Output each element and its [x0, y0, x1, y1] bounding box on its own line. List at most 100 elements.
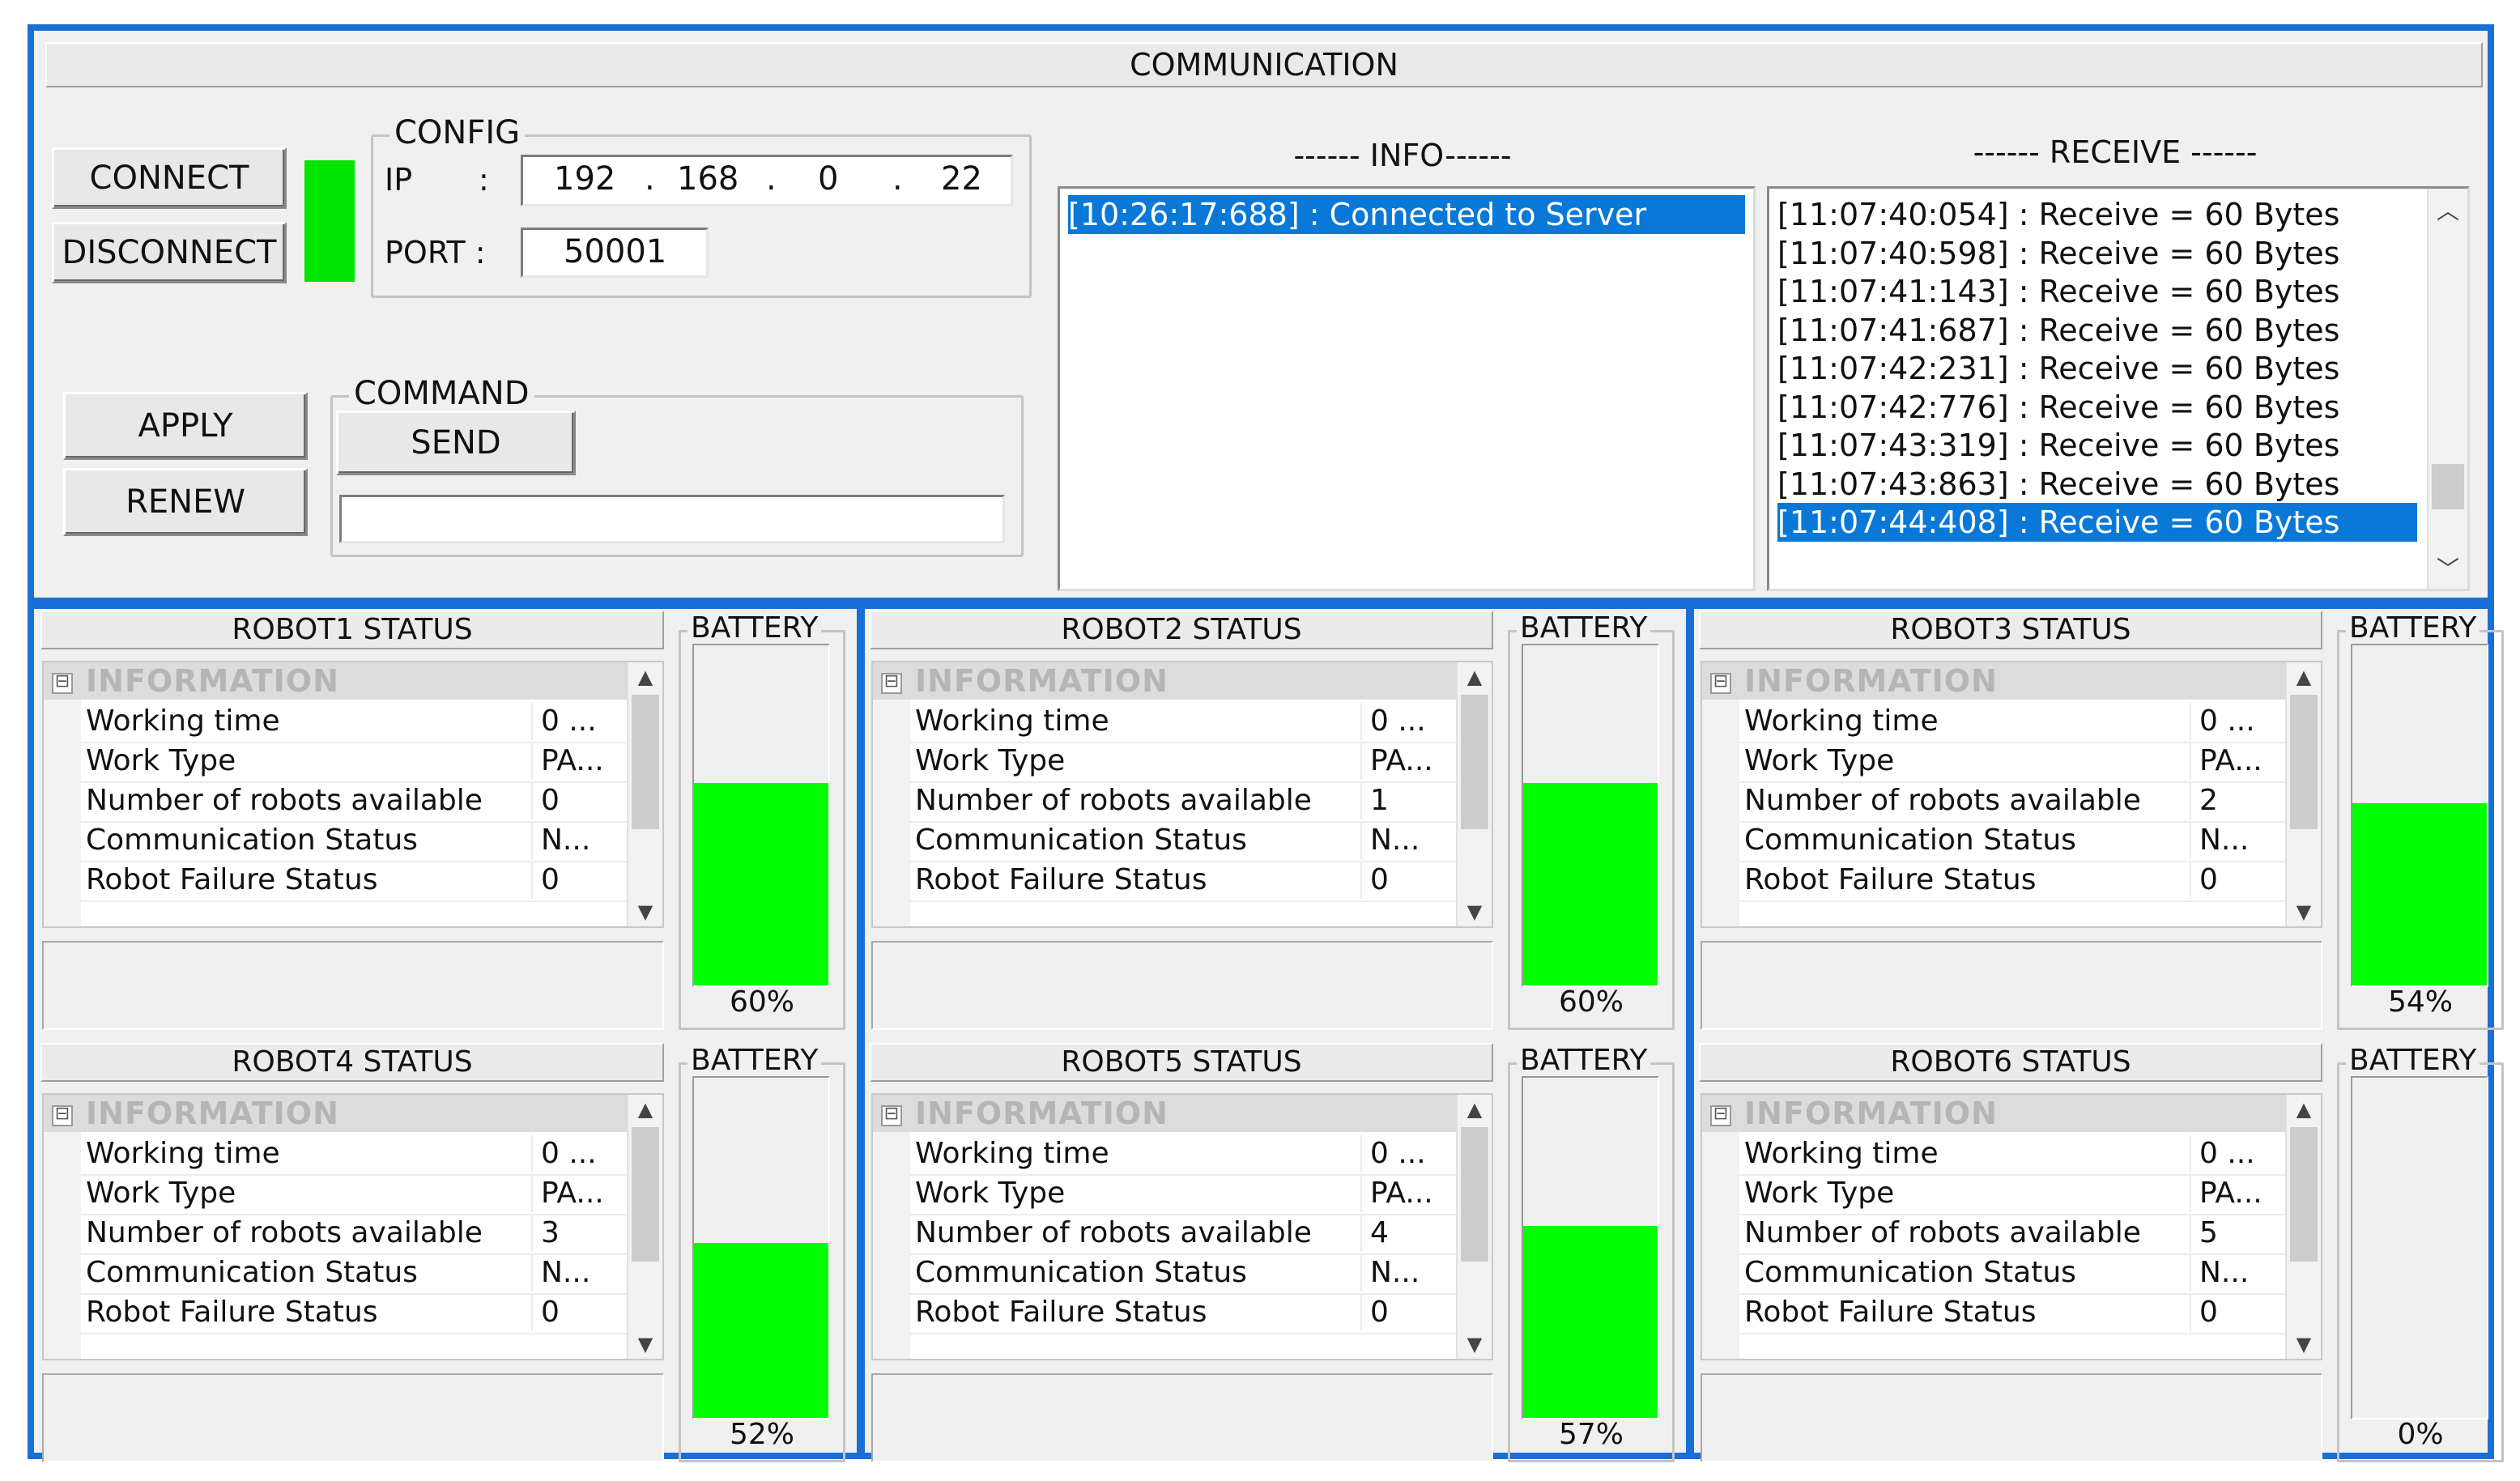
receive-line[interactable]: [11:07:42:776] : Receive = 60 Bytes — [1777, 388, 2417, 427]
property-row[interactable]: Work Type PA... — [81, 1175, 640, 1215]
robot-property-grid[interactable]: ⊟ INFORMATION Working time 0 ... Work Type PA… — [42, 1093, 664, 1360]
scroll-down-arrow-icon[interactable]: ▼ — [1458, 1333, 1492, 1355]
property-scroll-thumb[interactable] — [632, 1127, 659, 1262]
scroll-down-arrow-icon[interactable]: ▼ — [628, 1333, 662, 1355]
collapse-toggle-icon[interactable]: ⊟ — [881, 673, 902, 694]
property-row[interactable]: Communication Status N... — [1739, 822, 2298, 862]
info-listbox[interactable]: [10:26:17:688] : Connected to Server — [1058, 186, 1756, 591]
property-scrollbar[interactable]: ▲ ▼ — [627, 662, 662, 926]
property-row[interactable]: Robot Failure Status 0 — [1739, 1294, 2298, 1334]
property-scroll-thumb[interactable] — [1461, 695, 1488, 829]
property-row[interactable]: Communication Status N... — [81, 822, 640, 862]
robot-property-grid[interactable]: ⊟ INFORMATION Working time 0 ... Work Type PA… — [1701, 661, 2322, 928]
property-row[interactable]: Working time 0 ... — [1739, 703, 2298, 743]
receive-scroll-thumb[interactable] — [2432, 464, 2464, 509]
property-row[interactable]: Communication Status N... — [81, 1254, 640, 1295]
receive-listbox[interactable]: [11:07:40:054] : Receive = 60 Bytes [11:0… — [1767, 186, 2470, 591]
information-category[interactable]: ⊟ INFORMATION — [1702, 1095, 2321, 1132]
property-row[interactable]: Work Type PA... — [910, 743, 1469, 783]
property-label: Work Type — [86, 744, 236, 777]
receive-scrollbar[interactable]: ︿ ﹀ — [2427, 189, 2467, 589]
apply-button[interactable]: APPLY — [63, 392, 308, 460]
property-scrollbar[interactable]: ▲ ▼ — [2285, 1095, 2321, 1359]
property-row[interactable]: Robot Failure Status 0 — [81, 1294, 640, 1334]
property-row[interactable]: Work Type PA... — [910, 1175, 1469, 1215]
connect-button[interactable]: CONNECT — [52, 147, 287, 209]
property-row[interactable]: Working time 0 ... — [910, 1135, 1469, 1176]
property-scrollbar[interactable]: ▲ ▼ — [1456, 1095, 1492, 1359]
receive-line[interactable]: [11:07:41:687] : Receive = 60 Bytes — [1777, 311, 2417, 350]
scroll-up-arrow-icon[interactable]: ▲ — [628, 1098, 662, 1121]
robot-property-grid[interactable]: ⊟ INFORMATION Working time 0 ... Work Type PA… — [871, 1093, 1493, 1360]
robot-property-grid[interactable]: ⊟ INFORMATION Working time 0 ... Work Type PA… — [871, 661, 1493, 928]
scroll-up-arrow-icon[interactable]: ▲ — [2287, 666, 2321, 688]
property-row[interactable]: Communication Status N... — [910, 822, 1469, 862]
information-category[interactable]: ⊟ INFORMATION — [873, 1095, 1492, 1132]
property-scroll-thumb[interactable] — [2290, 1127, 2318, 1262]
robot-property-grid[interactable]: ⊟ INFORMATION Working time 0 ... Work Type PA… — [42, 661, 664, 928]
property-scroll-thumb[interactable] — [2290, 695, 2318, 829]
property-row[interactable]: Communication Status N... — [910, 1254, 1469, 1295]
scroll-up-arrow-icon[interactable]: ▲ — [628, 666, 662, 688]
property-scrollbar[interactable]: ▲ ▼ — [1456, 662, 1492, 926]
info-line[interactable]: [10:26:17:688] : Connected to Server — [1068, 195, 1745, 234]
property-scroll-thumb[interactable] — [632, 695, 659, 829]
receive-line[interactable]: [11:07:43:863] : Receive = 60 Bytes — [1777, 465, 2417, 504]
property-row[interactable]: Robot Failure Status 0 — [910, 862, 1469, 902]
information-category[interactable]: ⊟ INFORMATION — [44, 662, 662, 700]
property-row[interactable]: Robot Failure Status 0 — [910, 1294, 1469, 1334]
disconnect-button[interactable]: DISCONNECT — [52, 222, 287, 283]
chevron-down-icon[interactable]: ﹀ — [2428, 551, 2467, 584]
command-input[interactable] — [339, 495, 1005, 543]
ip-octet-2: 168 — [677, 160, 739, 198]
ip-address-field[interactable]: 192 . 168 . 0 . 22 — [521, 155, 1013, 206]
property-row[interactable]: Robot Failure Status 0 — [81, 862, 640, 902]
property-row[interactable]: Working time 0 ... — [910, 703, 1469, 743]
information-category[interactable]: ⊟ INFORMATION — [1702, 662, 2321, 700]
property-row[interactable]: Number of robots available 3 — [81, 1215, 640, 1255]
receive-line[interactable]: [11:07:42:231] : Receive = 60 Bytes — [1777, 349, 2417, 388]
property-scrollbar[interactable]: ▲ ▼ — [2285, 662, 2321, 926]
robot-property-grid[interactable]: ⊟ INFORMATION Working time 0 ... Work Type PA… — [1701, 1093, 2322, 1360]
property-row[interactable]: Working time 0 ... — [81, 703, 640, 743]
receive-line[interactable]: [11:07:40:054] : Receive = 60 Bytes — [1777, 195, 2417, 234]
renew-button[interactable]: RENEW — [63, 468, 308, 536]
collapse-toggle-icon[interactable]: ⊟ — [1710, 1105, 1731, 1126]
property-row[interactable]: Number of robots available 5 — [1739, 1215, 2298, 1255]
receive-line[interactable]: [11:07:44:408] : Receive = 60 Bytes — [1777, 503, 2417, 542]
scroll-up-arrow-icon[interactable]: ▲ — [1458, 666, 1492, 688]
property-row[interactable]: Work Type PA... — [1739, 743, 2298, 783]
information-category[interactable]: ⊟ INFORMATION — [873, 662, 1492, 700]
collapse-toggle-icon[interactable]: ⊟ — [1710, 673, 1731, 694]
property-value: 5 — [2190, 1215, 2218, 1252]
scroll-down-arrow-icon[interactable]: ▼ — [628, 900, 662, 923]
property-row[interactable]: Working time 0 ... — [81, 1135, 640, 1176]
collapse-toggle-icon[interactable]: ⊟ — [881, 1105, 902, 1126]
chevron-up-icon[interactable]: ︿ — [2428, 194, 2467, 226]
scroll-down-arrow-icon[interactable]: ▼ — [2287, 1333, 2321, 1355]
scroll-down-arrow-icon[interactable]: ▼ — [1458, 900, 1492, 923]
receive-line[interactable]: [11:07:43:319] : Receive = 60 Bytes — [1777, 426, 2417, 465]
collapse-toggle-icon[interactable]: ⊟ — [52, 673, 73, 694]
port-field[interactable]: 50001 — [521, 228, 709, 278]
property-scrollbar[interactable]: ▲ ▼ — [627, 1095, 662, 1359]
property-scroll-thumb[interactable] — [1461, 1127, 1488, 1262]
property-row[interactable]: Robot Failure Status 0 — [1739, 862, 2298, 902]
scroll-up-arrow-icon[interactable]: ▲ — [1458, 1098, 1492, 1121]
property-row[interactable]: Communication Status N... — [1739, 1254, 2298, 1295]
receive-line[interactable]: [11:07:41:143] : Receive = 60 Bytes — [1777, 272, 2417, 311]
information-category[interactable]: ⊟ INFORMATION — [44, 1095, 662, 1132]
property-row[interactable]: Working time 0 ... — [1739, 1135, 2298, 1176]
scroll-up-arrow-icon[interactable]: ▲ — [2287, 1098, 2321, 1121]
collapse-toggle-icon[interactable]: ⊟ — [52, 1105, 73, 1126]
property-description-box — [1701, 1373, 2322, 1462]
property-row[interactable]: Number of robots available 4 — [910, 1215, 1469, 1255]
scroll-down-arrow-icon[interactable]: ▼ — [2287, 900, 2321, 923]
property-row[interactable]: Number of robots available 2 — [1739, 782, 2298, 823]
receive-line[interactable]: [11:07:40:598] : Receive = 60 Bytes — [1777, 234, 2417, 273]
property-row[interactable]: Work Type PA... — [81, 743, 640, 783]
property-row[interactable]: Number of robots available 1 — [910, 782, 1469, 823]
send-button[interactable]: SEND — [336, 411, 576, 475]
property-row[interactable]: Number of robots available 0 — [81, 782, 640, 823]
property-row[interactable]: Work Type PA... — [1739, 1175, 2298, 1215]
